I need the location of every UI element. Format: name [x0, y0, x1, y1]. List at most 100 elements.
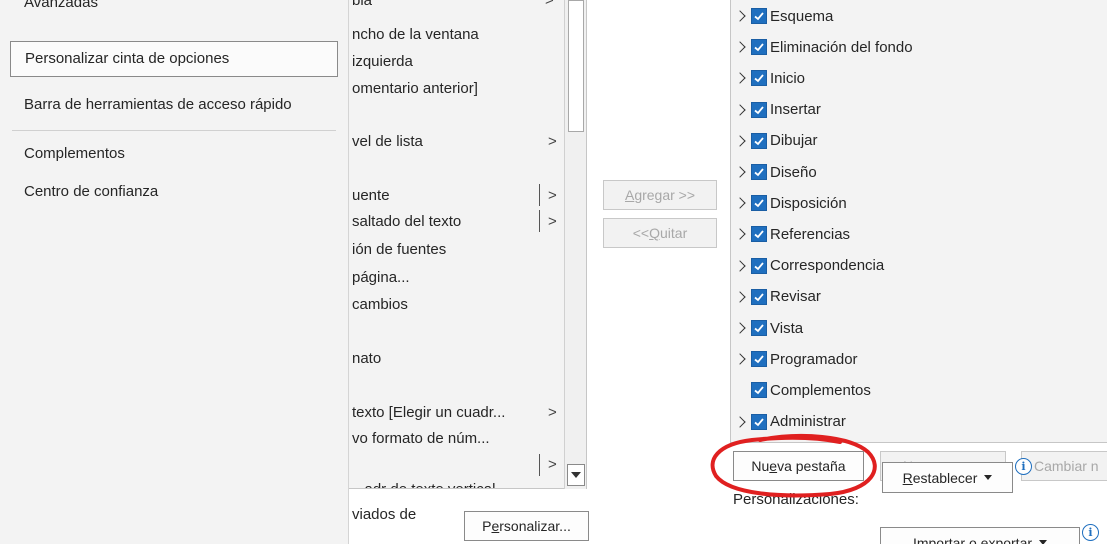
- tab-tree-label: Programador: [770, 350, 858, 368]
- chevron-right-icon: >: [548, 133, 557, 150]
- list-item[interactable]: nato: [352, 350, 381, 367]
- add-button[interactable]: Agregar >>: [603, 180, 717, 210]
- scroll-down-button[interactable]: [567, 464, 585, 486]
- tab-tree-label: Correspondencia: [770, 257, 885, 275]
- list-item[interactable]: vel de lista: [352, 133, 423, 150]
- checkbox-checked-icon[interactable]: [751, 39, 767, 56]
- tab-tree-item[interactable]: Dibujar: [734, 129, 818, 153]
- list-item[interactable]: omentario anterior]: [352, 80, 478, 97]
- checkbox-checked-icon[interactable]: [751, 351, 767, 368]
- tab-tree-item[interactable]: Insertar: [734, 98, 821, 122]
- chevron-right-icon[interactable]: [734, 6, 749, 26]
- nav-item-centro-confianza[interactable]: Centro de confianza: [24, 183, 158, 200]
- split-divider: [539, 184, 540, 206]
- info-icon[interactable]: i: [1015, 458, 1032, 475]
- checkbox-checked-icon[interactable]: [751, 70, 767, 87]
- tab-tree-item[interactable]: Complementos: [735, 378, 871, 402]
- chevron-right-icon: >: [548, 404, 557, 421]
- checkbox-checked-icon[interactable]: [751, 288, 767, 305]
- nav-item-complementos[interactable]: Complementos: [24, 145, 125, 162]
- tab-tree-item[interactable]: Esquema: [734, 4, 834, 28]
- checkbox-checked-icon[interactable]: [751, 226, 767, 243]
- options-nav: Avanzadas Personalizar cinta de opciones…: [0, 0, 349, 544]
- list-item[interactable]: página...: [352, 269, 410, 286]
- chevron-right-icon: >: [548, 187, 557, 204]
- nav-item-barra-acceso-rapido[interactable]: Barra de herramientas de acceso rápido: [24, 96, 292, 113]
- ribbon-tabs-tree[interactable]: Esquema Eliminación del fondo Inicio Insert…: [730, 0, 1107, 443]
- triangle-down-icon: [571, 472, 581, 478]
- reset-dropdown-button[interactable]: Restablecer: [882, 462, 1013, 493]
- tab-tree-item[interactable]: Diseño: [734, 160, 817, 184]
- list-item[interactable]: bia: [352, 0, 372, 9]
- tab-tree-label: Dibujar: [770, 132, 818, 150]
- commands-scrollbar[interactable]: [564, 0, 586, 489]
- tab-tree-item[interactable]: Referencias: [734, 222, 850, 246]
- customize-shortcuts-button[interactable]: Pe rsonalizar...: [464, 511, 589, 541]
- chevron-right-icon[interactable]: [734, 68, 749, 88]
- chevron-right-icon[interactable]: [734, 318, 749, 338]
- list-item[interactable]: saltado del texto: [352, 213, 461, 230]
- chevron-right-icon[interactable]: [734, 412, 749, 432]
- dropdown-arrow-icon: [984, 475, 993, 480]
- nav-item-personalizar-cinta[interactable]: Personalizar cinta de opciones: [10, 41, 338, 77]
- chevron-right-icon[interactable]: [734, 256, 749, 276]
- checkbox-checked-icon[interactable]: [751, 132, 767, 149]
- list-item[interactable]: cambios: [352, 296, 408, 313]
- info-icon[interactable]: i: [1082, 524, 1099, 541]
- tab-tree-label: Vista: [770, 319, 804, 337]
- list-item[interactable]: texto [Elegir un cuadr...: [352, 404, 505, 421]
- chevron-right-icon[interactable]: [734, 349, 749, 369]
- expander-spacer: [735, 380, 749, 400]
- checkbox-checked-icon[interactable]: [751, 257, 767, 274]
- keyboard-shortcuts-label: viados de: [352, 506, 417, 523]
- chevron-right-icon[interactable]: [734, 100, 749, 120]
- tab-tree-item[interactable]: Revisar: [734, 285, 821, 309]
- scroll-thumb[interactable]: [568, 0, 584, 132]
- checkbox-checked-icon[interactable]: [751, 382, 767, 399]
- list-item[interactable]: vo formato de núm...: [352, 430, 490, 447]
- list-item[interactable]: izquierda: [352, 53, 413, 70]
- tab-tree-label: Diseño: [770, 163, 817, 181]
- chevron-right-icon[interactable]: [734, 287, 749, 307]
- dropdown-arrow-icon: [1039, 540, 1048, 544]
- checkbox-checked-icon[interactable]: [751, 320, 767, 336]
- tab-tree-item[interactable]: Eliminación del fondo: [734, 35, 913, 59]
- nav-divider: [12, 130, 336, 131]
- checkbox-checked-icon[interactable]: [751, 8, 767, 24]
- checkbox-checked-icon[interactable]: [751, 101, 767, 118]
- nav-item-avanzadas[interactable]: Avanzadas: [24, 0, 98, 11]
- tab-tree-label: Administrar: [770, 413, 846, 431]
- tab-tree-item[interactable]: Vista: [734, 316, 804, 340]
- checkbox-checked-icon[interactable]: [751, 413, 767, 430]
- tab-tree-label: Esquema: [770, 7, 834, 25]
- chevron-right-icon[interactable]: [734, 131, 749, 151]
- chevron-right-icon[interactable]: [734, 193, 749, 213]
- chevron-right-icon[interactable]: [734, 224, 749, 244]
- new-tab-button[interactable]: Nu e va pestaña: [733, 451, 864, 481]
- checkbox-checked-icon[interactable]: [751, 164, 767, 180]
- import-export-dropdown-button[interactable]: Importar o exportar: [880, 527, 1080, 544]
- tab-tree-label: Insertar: [770, 101, 821, 119]
- tab-tree-item[interactable]: Correspondencia: [734, 254, 885, 278]
- split-divider: [539, 454, 540, 476]
- list-item[interactable]: ...adr de texto vertical: [352, 481, 495, 488]
- tab-tree-item[interactable]: Disposición: [734, 191, 847, 215]
- remove-button[interactable]: << Quitar: [603, 218, 717, 248]
- chevron-right-icon: >: [548, 456, 557, 473]
- tab-tree-item[interactable]: Administrar: [734, 410, 846, 434]
- chevron-right-icon[interactable]: [734, 162, 749, 182]
- chevron-right-icon[interactable]: [734, 37, 749, 57]
- list-item[interactable]: ncho de la ventana: [352, 26, 479, 43]
- tab-tree-label: Complementos: [770, 381, 871, 399]
- rename-button[interactable]: Cambiar n: [1021, 451, 1107, 481]
- tab-tree-item[interactable]: Programador: [734, 347, 858, 371]
- checkbox-checked-icon[interactable]: [751, 195, 767, 212]
- tab-tree-label: Inicio: [770, 69, 806, 87]
- split-divider: [539, 210, 540, 232]
- commands-list[interactable]: bia > ncho de la ventana izquierda oment…: [349, 0, 587, 489]
- list-item[interactable]: uente: [352, 187, 390, 204]
- tab-tree-label: Disposición: [770, 194, 847, 212]
- chevron-right-icon: >: [545, 0, 554, 9]
- tab-tree-item[interactable]: Inicio: [734, 66, 806, 90]
- list-item[interactable]: ión de fuentes: [352, 241, 446, 258]
